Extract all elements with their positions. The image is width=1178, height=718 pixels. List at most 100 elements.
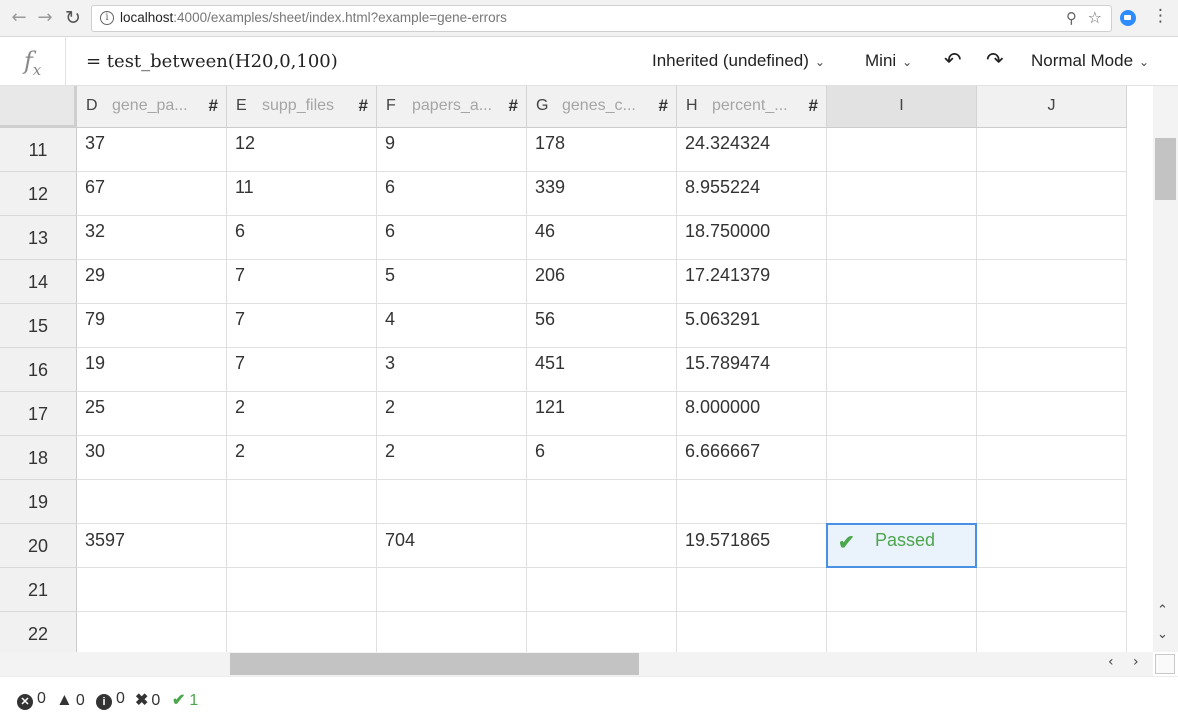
zoom-icon[interactable]: ⚲ [1066, 9, 1077, 27]
row-header-20[interactable]: 20 [0, 524, 77, 568]
cell-g17[interactable]: 121 [527, 392, 677, 436]
cell-h12[interactable]: 8.955224 [677, 172, 827, 216]
extension-icon[interactable] [1120, 10, 1136, 26]
cell-i16[interactable] [827, 348, 977, 392]
scroll-down-icon[interactable]: ⌄ [1157, 627, 1168, 642]
selected-cell-i20[interactable]: ✔ Passed [826, 523, 977, 568]
undo-icon[interactable]: ↶ [944, 48, 962, 73]
cell-g12[interactable]: 339 [527, 172, 677, 216]
cell-d11[interactable]: 37 [77, 128, 227, 172]
cell-e11[interactable]: 12 [227, 128, 377, 172]
column-header-h[interactable]: Hpercent_... # [677, 86, 827, 128]
address-bar[interactable]: i localhost:4000/examples/sheet/index.ht… [91, 5, 1112, 32]
scroll-up-icon[interactable]: ⌃ [1157, 603, 1168, 618]
column-header-f[interactable]: Fpapers_a... # [377, 86, 527, 128]
column-header-e[interactable]: Esupp_files # [227, 86, 377, 128]
cell-j17[interactable] [977, 392, 1127, 436]
browser-menu-icon[interactable]: ⋮ [1152, 6, 1169, 26]
cell-j13[interactable] [977, 216, 1127, 260]
cell-d13[interactable]: 32 [77, 216, 227, 260]
cell-e14[interactable]: 7 [227, 260, 377, 304]
cell-j20[interactable] [977, 524, 1127, 568]
cell-g20[interactable] [527, 524, 677, 568]
cell-i12[interactable] [827, 172, 977, 216]
cell-e18[interactable]: 2 [227, 436, 377, 480]
cell-f16[interactable]: 3 [377, 348, 527, 392]
cell-j14[interactable] [977, 260, 1127, 304]
cell-d22[interactable] [77, 612, 227, 652]
forward-arrow-icon[interactable]: → [34, 7, 56, 29]
cell-e17[interactable]: 2 [227, 392, 377, 436]
cell-f12[interactable]: 6 [377, 172, 527, 216]
cell-i17[interactable] [827, 392, 977, 436]
cell-e22[interactable] [227, 612, 377, 652]
cell-i14[interactable] [827, 260, 977, 304]
reload-icon[interactable]: ↻ [62, 7, 84, 29]
number-type-icon[interactable]: # [809, 96, 818, 116]
cell-h21[interactable] [677, 568, 827, 612]
horizontal-scroll-thumb[interactable] [230, 653, 639, 675]
row-header-17[interactable]: 17 [0, 392, 77, 436]
info-count[interactable]: i0 [96, 690, 125, 710]
row-header-22[interactable]: 22 [0, 612, 77, 652]
cell-f18[interactable]: 2 [377, 436, 527, 480]
warning-count[interactable]: ▲ 0 [56, 690, 85, 710]
row-header-15[interactable]: 15 [0, 304, 77, 348]
cell-f14[interactable]: 5 [377, 260, 527, 304]
cell-f17[interactable]: 2 [377, 392, 527, 436]
row-header-16[interactable]: 16 [0, 348, 77, 392]
cell-g13[interactable]: 46 [527, 216, 677, 260]
cell-g21[interactable] [527, 568, 677, 612]
cell-e20[interactable] [227, 524, 377, 568]
scroll-left-icon[interactable]: ‹ [1108, 654, 1114, 670]
back-arrow-icon[interactable]: ← [8, 7, 30, 29]
cell-g11[interactable]: 178 [527, 128, 677, 172]
cell-f13[interactable]: 6 [377, 216, 527, 260]
row-header-14[interactable]: 14 [0, 260, 77, 304]
grid-corner[interactable] [0, 86, 77, 128]
cell-f22[interactable] [377, 612, 527, 652]
passed-count[interactable]: ✔ 1 [172, 690, 198, 710]
cell-h13[interactable]: 18.750000 [677, 216, 827, 260]
cell-g18[interactable]: 6 [527, 436, 677, 480]
cell-h18[interactable]: 6.666667 [677, 436, 827, 480]
mode-dropdown[interactable]: Normal Mode ⌄ [1031, 51, 1149, 71]
cell-f19[interactable] [377, 480, 527, 524]
cell-h22[interactable] [677, 612, 827, 652]
cell-e15[interactable]: 7 [227, 304, 377, 348]
cell-i19[interactable] [827, 480, 977, 524]
number-type-icon[interactable]: # [209, 96, 218, 116]
cell-d21[interactable] [77, 568, 227, 612]
cell-d18[interactable]: 30 [77, 436, 227, 480]
info-icon[interactable]: i [100, 11, 114, 25]
row-header-21[interactable]: 21 [0, 568, 77, 612]
cell-d20[interactable]: 3597 [77, 524, 227, 568]
cell-g16[interactable]: 451 [527, 348, 677, 392]
cell-i15[interactable] [827, 304, 977, 348]
vertical-scroll-thumb[interactable] [1155, 138, 1176, 200]
cell-g22[interactable] [527, 612, 677, 652]
error-count[interactable]: ✕ 0 [17, 690, 46, 710]
cell-e16[interactable]: 7 [227, 348, 377, 392]
cell-e13[interactable]: 6 [227, 216, 377, 260]
cell-j16[interactable] [977, 348, 1127, 392]
cell-j11[interactable] [977, 128, 1127, 172]
column-header-g[interactable]: Ggenes_c... # [527, 86, 677, 128]
cell-f20[interactable]: 704 [377, 524, 527, 568]
row-header-18[interactable]: 18 [0, 436, 77, 480]
cell-e19[interactable] [227, 480, 377, 524]
number-type-icon[interactable]: # [659, 96, 668, 116]
number-type-icon[interactable]: # [359, 96, 368, 116]
cell-f11[interactable]: 9 [377, 128, 527, 172]
redo-icon[interactable]: ↷ [986, 48, 1004, 73]
cell-i11[interactable] [827, 128, 977, 172]
cell-h20[interactable]: 19.571865 [677, 524, 827, 568]
cell-i22[interactable] [827, 612, 977, 652]
column-header-i[interactable]: I [827, 86, 977, 128]
cell-e12[interactable]: 11 [227, 172, 377, 216]
cell-j22[interactable] [977, 612, 1127, 652]
cell-g19[interactable] [527, 480, 677, 524]
bookmark-star-icon[interactable]: ☆ [1088, 8, 1102, 27]
scroll-right-icon[interactable]: › [1133, 654, 1139, 670]
column-header-d[interactable]: Dgene_pa... # [77, 86, 227, 128]
